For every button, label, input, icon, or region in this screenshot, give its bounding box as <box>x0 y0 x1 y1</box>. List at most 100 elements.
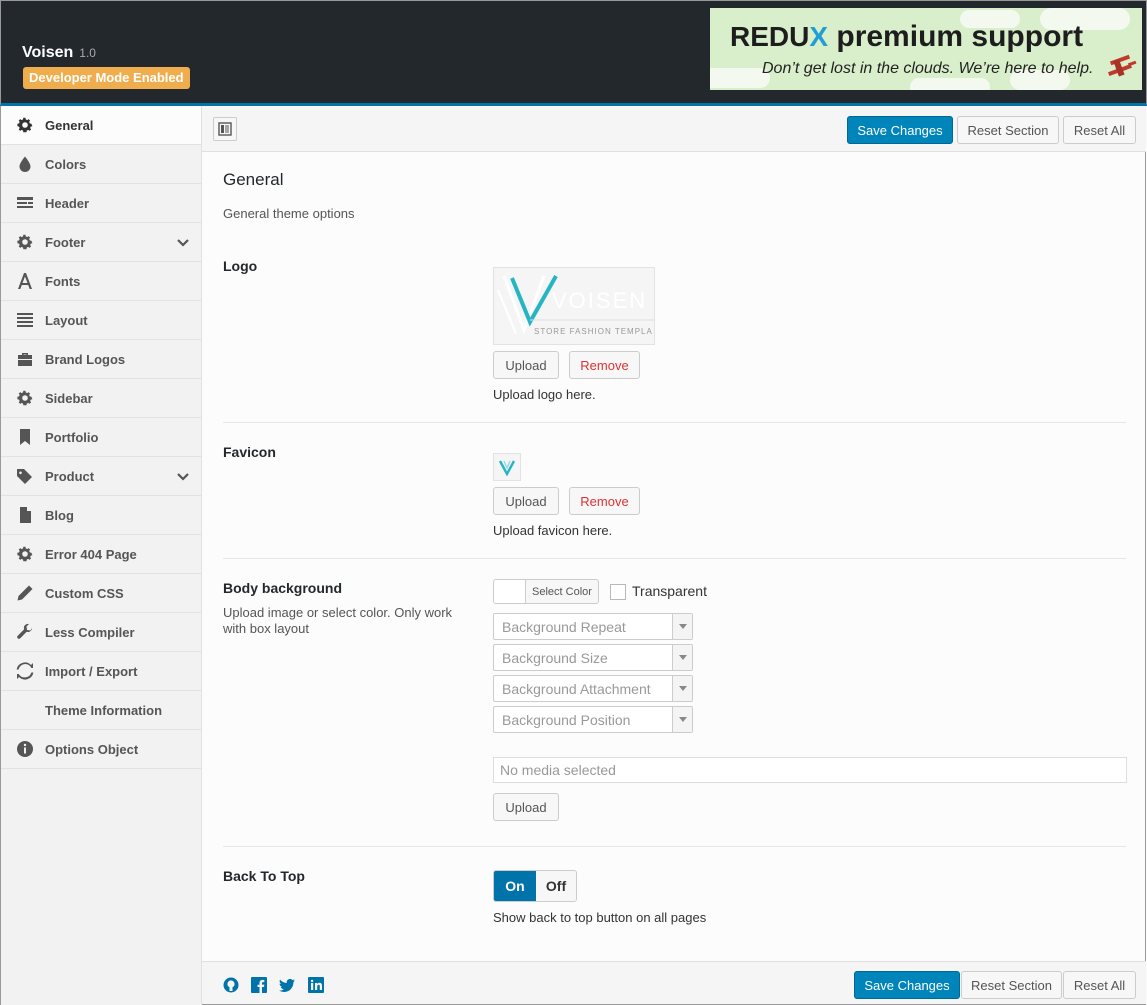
linkedin-icon[interactable] <box>308 977 324 993</box>
save-changes-button[interactable]: Save Changes <box>847 116 953 144</box>
sidebar-item-label: Brand Logos <box>45 351 126 367</box>
app-version: 1.0 <box>79 46 96 60</box>
pencil-icon <box>15 584 35 602</box>
media-placeholder: No media selected <box>500 762 616 778</box>
tags-icon <box>15 467 35 485</box>
transparent-checkbox[interactable] <box>610 584 626 600</box>
switch-off-option[interactable]: Off <box>536 871 576 901</box>
chevron-down-icon <box>672 645 692 670</box>
promo-brand-x: X <box>809 21 829 52</box>
sidebar-item-colors[interactable]: Colors <box>1 145 201 184</box>
gear-icon <box>15 389 35 407</box>
background-repeat-select[interactable]: Background Repeat <box>493 613 693 640</box>
background-size-placeholder: Background Size <box>502 649 608 666</box>
background-position-select[interactable]: Background Position <box>493 706 693 733</box>
logo-label: Logo <box>223 258 258 274</box>
switch-on-option[interactable]: On <box>494 871 536 901</box>
background-media-input[interactable]: No media selected <box>493 757 1127 783</box>
header-icon <box>15 194 35 212</box>
sidebar-item-sidebar[interactable]: Sidebar <box>1 379 201 418</box>
logo-preview[interactable]: VOISEN STORE FASHION TEMPLA <box>493 267 655 345</box>
sidebar-item-portfolio[interactable]: Portfolio <box>1 418 201 457</box>
chevron-down-icon[interactable] <box>177 236 189 248</box>
footer-save-changes-button[interactable]: Save Changes <box>854 971 960 999</box>
sidebar-item-general[interactable]: General <box>1 106 201 145</box>
layout-icon <box>15 311 35 329</box>
favicon-upload-button[interactable]: Upload <box>493 487 559 515</box>
sidebar-item-header[interactable]: Header <box>1 184 201 223</box>
sidebar-item-footer[interactable]: Footer <box>1 223 201 262</box>
sidebar-item-label: Colors <box>45 156 87 172</box>
footer-reset-section-button[interactable]: Reset Section <box>961 971 1062 999</box>
sidebar-item-custom-css[interactable]: Custom CSS <box>1 574 201 613</box>
biplane-icon <box>1108 54 1137 77</box>
briefcase-icon <box>15 350 35 368</box>
sidebar-item-label: Layout <box>45 312 88 328</box>
file-icon <box>15 506 35 524</box>
sidebar: General Colors Header Footer Fonts Layout Bran… <box>0 106 202 1005</box>
blank-icon <box>15 701 35 719</box>
voisen-logo-image: VOISEN STORE FASHION TEMPLA <box>497 275 654 336</box>
select-color-button[interactable]: Select Color <box>493 579 599 604</box>
sidebar-item-label: Options Object <box>45 741 139 757</box>
back-to-top-switch[interactable]: On Off <box>493 870 577 902</box>
background-attachment-placeholder: Background Attachment <box>502 680 651 697</box>
sidebar-item-options-object[interactable]: Options Object <box>1 730 201 769</box>
refresh-icon <box>15 662 35 680</box>
logo-preview-text: VOISEN <box>552 288 647 313</box>
background-upload-button[interactable]: Upload <box>493 793 559 821</box>
favicon-description: Upload favicon here. <box>493 523 613 538</box>
logo-remove-button[interactable]: Remove <box>569 351 640 379</box>
bottom-toolbar: Save Changes Reset Section Reset All <box>202 961 1146 1005</box>
back-to-top-description: Show back to top button on all pages <box>493 910 707 925</box>
sidebar-item-label: Blog <box>45 507 74 523</box>
drop-icon <box>15 155 35 173</box>
favicon-remove-button[interactable]: Remove <box>569 487 640 515</box>
body-background-label: Body background <box>223 580 343 596</box>
sidebar-item-label: Portfolio <box>45 429 99 445</box>
app-title: Voisen 1.0 <box>22 44 96 62</box>
logo-upload-button[interactable]: Upload <box>493 351 559 379</box>
divider <box>223 846 1126 847</box>
transparent-label: Transparent <box>632 583 707 599</box>
sidebar-item-fonts[interactable]: Fonts <box>1 262 201 301</box>
premium-support-banner[interactable]: REDUX premium support Don’t get lost in … <box>710 8 1142 90</box>
sidebar-item-label: Fonts <box>45 273 81 289</box>
gear-icon <box>15 545 35 563</box>
sidebar-item-brand-logos[interactable]: Brand Logos <box>1 340 201 379</box>
expand-options-button[interactable] <box>213 117 237 141</box>
favicon-preview[interactable] <box>493 453 521 481</box>
facebook-icon[interactable] <box>251 977 267 993</box>
app-name: Voisen <box>22 44 74 61</box>
background-attachment-select[interactable]: Background Attachment <box>493 675 693 702</box>
footer-reset-all-button[interactable]: Reset All <box>1063 971 1136 999</box>
chevron-down-icon[interactable] <box>177 470 189 482</box>
reset-all-button[interactable]: Reset All <box>1063 116 1136 144</box>
promo-headline: premium support <box>836 20 1084 53</box>
sidebar-item-error-404-page[interactable]: Error 404 Page <box>1 535 201 574</box>
promo-title: REDUX premium support <box>730 20 1083 54</box>
twitter-icon[interactable] <box>279 977 295 993</box>
body-background-subtitle: Upload image or select color. Only work … <box>223 605 453 636</box>
chevron-down-icon <box>672 614 692 639</box>
github-icon[interactable] <box>223 977 239 993</box>
logo-description: Upload logo here. <box>493 387 596 402</box>
sidebar-item-theme-information[interactable]: Theme Information <box>1 691 201 730</box>
sidebar-item-less-compiler[interactable]: Less Compiler <box>1 613 201 652</box>
background-size-select[interactable]: Background Size <box>493 644 693 671</box>
favicon-label: Favicon <box>223 444 276 460</box>
sidebar-item-layout[interactable]: Layout <box>1 301 201 340</box>
sidebar-item-label: Sidebar <box>45 390 93 406</box>
sidebar-item-label: General <box>45 117 94 133</box>
sidebar-item-label: Error 404 Page <box>45 546 137 562</box>
sidebar-item-blog[interactable]: Blog <box>1 496 201 535</box>
gear-icon <box>15 116 35 134</box>
font-icon <box>15 272 35 290</box>
sidebar-item-label: Less Compiler <box>45 624 135 640</box>
sidebar-item-import-export[interactable]: Import / Export <box>1 652 201 691</box>
developer-mode-badge: Developer Mode Enabled <box>23 67 190 89</box>
sidebar-item-label: Header <box>45 195 90 211</box>
sidebar-item-product[interactable]: Product <box>1 457 201 496</box>
promo-tagline: Don’t get lost in the clouds. We’re here… <box>762 60 1094 77</box>
reset-section-button[interactable]: Reset Section <box>957 116 1059 144</box>
